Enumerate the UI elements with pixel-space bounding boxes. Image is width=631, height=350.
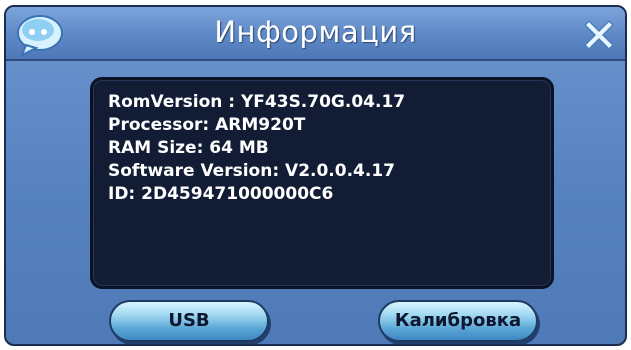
dialog-title: Информация: [214, 15, 417, 49]
device-info-panel: RomVersion : YF43S.70G.04.17 Processor: …: [90, 77, 554, 289]
device-id-text: ID: 2D459471000000C6: [108, 184, 334, 204]
usb-button[interactable]: USB: [109, 300, 269, 342]
close-icon[interactable]: [579, 15, 619, 55]
calibration-button[interactable]: Калибровка: [378, 300, 538, 342]
processor-text: Processor: ARM920T: [108, 115, 306, 135]
rom-version-text: RomVersion : YF43S.70G.04.17: [108, 92, 406, 112]
title-bar: Информация: [6, 7, 625, 61]
info-dialog: Информация RomVersion : YF43S.70G.04.17 …: [4, 5, 627, 346]
software-version-text: Software Version: V2.0.0.4.17: [108, 161, 395, 181]
ram-size-text: RAM Size: 64 MB: [108, 138, 269, 158]
